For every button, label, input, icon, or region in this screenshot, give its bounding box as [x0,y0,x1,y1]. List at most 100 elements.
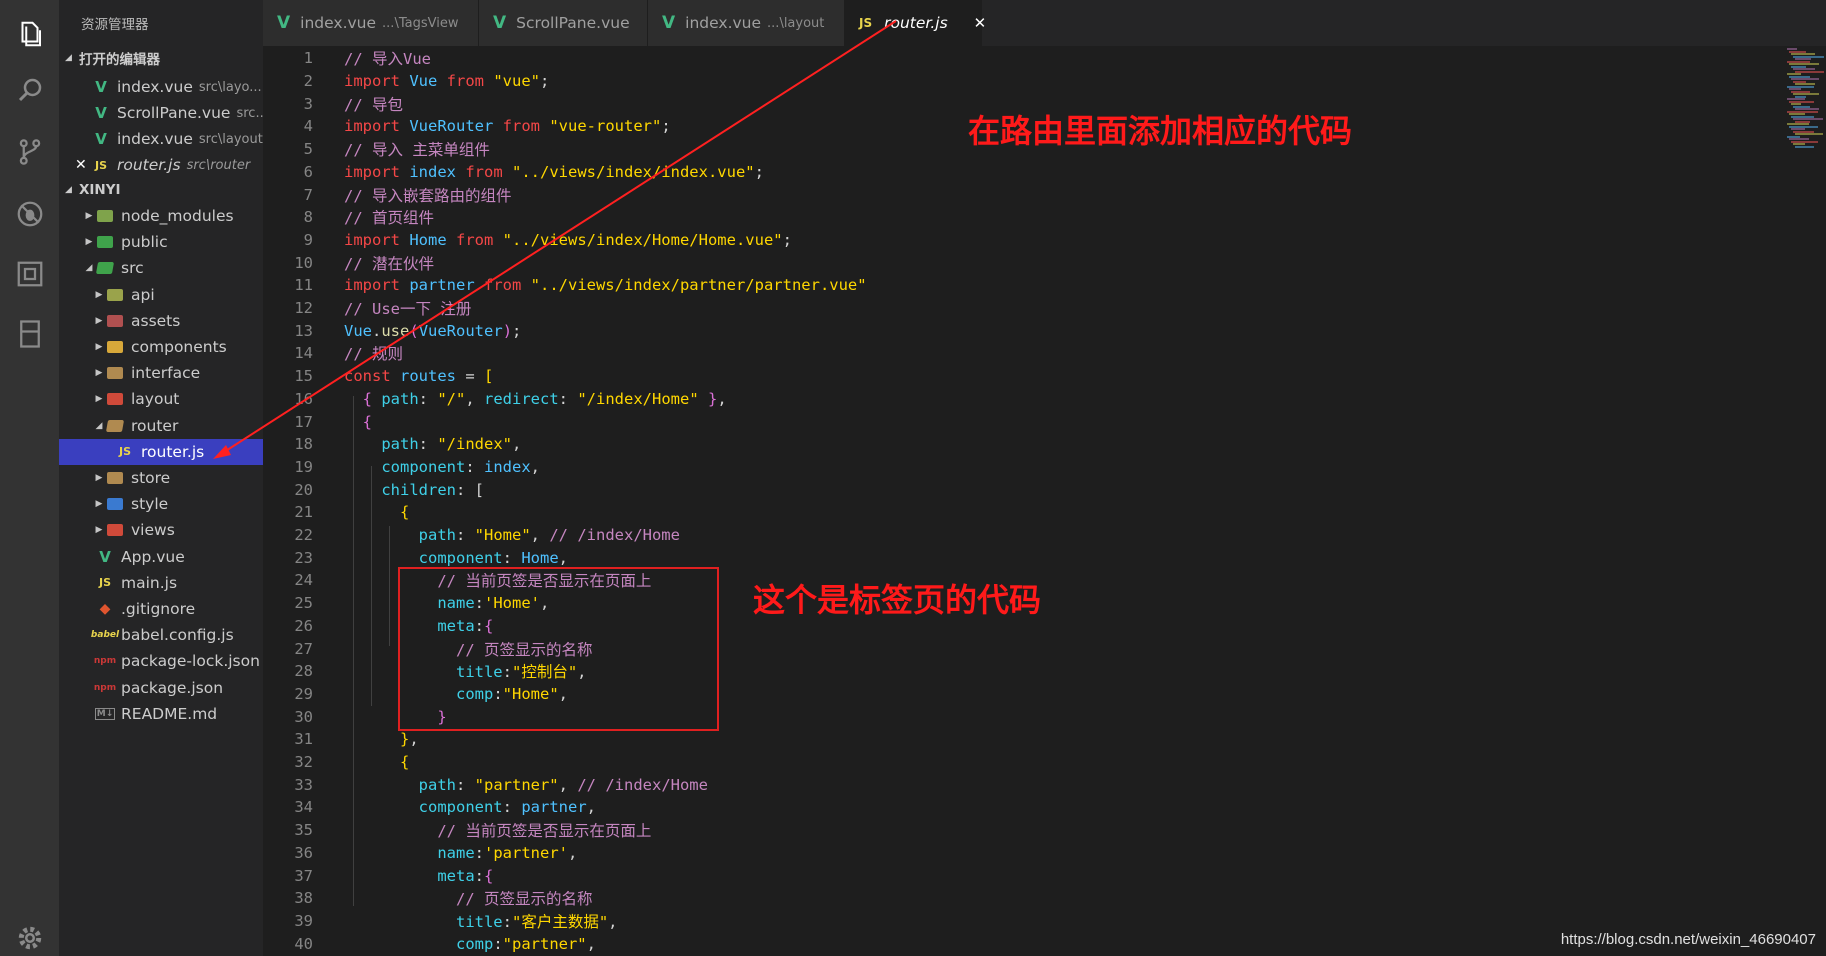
tree-item-interface[interactable]: ▶ interface [59,360,297,386]
tree-item-layout[interactable]: ▶ layout [59,386,297,412]
code-line[interactable]: 29 comp:"Home", [263,683,568,706]
line-number: 26 [294,616,313,635]
line-number: 25 [294,594,313,613]
code-text: component: index, [381,457,541,476]
extensions-icon[interactable] [12,256,48,292]
line-number: 5 [303,140,313,159]
code-line[interactable]: 7 // 导入嵌套路由的组件 [263,183,512,206]
code-line[interactable]: 35 // 当前页签是否显示在页面上 [263,819,651,842]
tree-item-store[interactable]: ▶ store [59,465,297,491]
explorer-icon[interactable] [12,16,48,52]
tree-item-label: README.md [121,704,218,723]
code-line[interactable]: 21 { [263,501,409,524]
code-line[interactable]: 15 const routes = [ [263,365,493,388]
code-text: import Vue from "vue"; [344,72,550,91]
code-line[interactable]: 10 // 潜在伙伴 [263,251,434,274]
remote-explorer-icon[interactable] [12,316,48,352]
tree-item-node-modules[interactable]: ▶ node_modules [59,203,287,229]
close-icon[interactable]: ✕ [974,14,987,32]
code-text: { [362,412,373,431]
code-line[interactable]: 16 { path: "/", redirect: "/index/Home" … [263,388,726,411]
code-line[interactable]: 6 import index from "../views/index/index… [263,161,764,184]
code-line[interactable]: 5 // 导入 主菜单组件 [263,138,490,161]
tree-item-style[interactable]: ▶ style [59,491,297,517]
tab-scrollpane-vue[interactable]: V ScrollPane.vue [479,0,648,46]
tree-item-readme-md[interactable]: M↓ README.md [59,701,287,727]
code-line[interactable]: 23 component: Home, [263,546,568,569]
tree-item-assets[interactable]: ▶ assets [59,308,297,334]
tree-item-main-js[interactable]: JS main.js [59,570,287,596]
code-editor[interactable]: 1 // 导入Vue 2 import Vue from "vue"; 3 // 导包 4 i… [263,46,1783,956]
code-text: // 规则 [344,345,403,364]
code-line[interactable]: 39 title:"客户主数据", [263,910,617,933]
code-line[interactable]: 33 path: "partner", // /index/Home [263,773,708,796]
debug-icon[interactable] [12,196,48,232]
code-line[interactable]: 40 comp:"partner", [263,932,596,955]
code-line[interactable]: 25 name:'Home', [263,592,549,615]
close-icon[interactable]: ✕ [75,157,89,173]
tree-item-api[interactable]: ▶ api [59,282,297,308]
tree-item-app-vue[interactable]: V App.vue [59,544,287,570]
code-line[interactable]: 22 path: "Home", // /index/Home [263,524,680,547]
tree-item-router[interactable]: ◢ router [59,413,297,439]
code-line[interactable]: 8 // 首页组件 [263,206,434,229]
code-line[interactable]: 38 // 页签显示的名称 [263,887,592,910]
open-editor-item[interactable]: Vindex.vue src\layo... [59,74,295,100]
code-line[interactable]: 31 }, [263,728,418,751]
tree-item-components[interactable]: ▶ components [59,334,297,360]
chevron-right-icon: ▶ [95,499,103,510]
tab-index-vue[interactable]: Vindex.vue ...\layout [648,0,845,46]
code-line[interactable]: 18 path: "/index", [263,433,521,456]
tree-item-public[interactable]: ▶ public [59,229,287,255]
code-line[interactable]: 11 import partner from "../views/index/pa… [263,274,866,297]
code-line[interactable]: 12 // Use一下 注册 [263,297,471,320]
tab-index-vue[interactable]: Vindex.vue ...\TagsView [263,0,479,46]
vue-file-icon: V [277,13,291,33]
project-header[interactable]: ◢ XINYI [65,178,121,202]
code-line[interactable]: 13 Vue.use(VueRouter); [263,319,521,342]
code-line[interactable]: 30 } [263,705,446,728]
line-number: 39 [294,911,313,930]
code-line[interactable]: 26 meta:{ [263,615,493,638]
code-line[interactable]: 36 name:'partner', [263,842,577,865]
code-line[interactable]: 32 { [263,751,409,774]
tab-path: ...\TagsView [382,15,459,31]
code-line[interactable]: 3 // 导包 [263,92,403,115]
code-line[interactable]: 2 import Vue from "vue"; [263,70,550,93]
search-icon[interactable] [12,72,48,108]
tree-item-src[interactable]: ◢ src [59,255,287,281]
code-line[interactable]: 37 meta:{ [263,864,493,887]
line-number: 10 [294,253,313,272]
code-line[interactable]: 27 // 页签显示的名称 [263,637,592,660]
open-editors-header[interactable]: ◢ 打开的编辑器 [65,46,160,70]
code-line[interactable]: 24 // 当前页签是否显示在页面上 [263,569,651,592]
code-line[interactable]: 20 children: [ [263,478,484,501]
open-editor-item[interactable]: ✕ JS router.js src\router [59,152,263,178]
settings-gear-icon[interactable] [12,920,48,956]
code-line[interactable]: 19 component: index, [263,456,540,479]
tree-item-label: node_modules [121,207,234,225]
minimap[interactable] [1783,46,1826,956]
tab-router-js[interactable]: JS router.js ✕ [845,0,986,46]
line-number: 36 [294,843,313,862]
line-number: 32 [294,753,313,772]
tree-item-package-json[interactable]: npm package.json [59,675,287,701]
code-line[interactable]: 28 title:"控制台", [263,660,586,683]
tree-item--gitignore[interactable]: ◆ .gitignore [59,596,287,622]
code-line[interactable]: 4 import VueRouter from "vue-router"; [263,115,671,138]
tree-item-babel-config-js[interactable]: babel babel.config.js [59,622,287,648]
code-text: component: Home, [418,548,568,567]
code-line[interactable]: 14 // 规则 [263,342,403,365]
code-line[interactable]: 34 component: partner, [263,796,596,819]
open-editor-item[interactable]: V ScrollPane.vue src... [59,100,295,126]
code-text: // 潜在伙伴 [344,254,434,273]
code-line[interactable]: 17 { [263,410,372,433]
code-text: // 导入 主菜单组件 [344,141,490,160]
open-editor-item[interactable]: Vindex.vue src\layout [59,126,295,152]
source-control-icon[interactable] [12,134,48,170]
tree-item-package-lock-json[interactable]: npm package-lock.json [59,648,287,674]
code-text: }, [400,730,419,749]
code-line[interactable]: 9 import Home from "../views/index/Home/H… [263,229,792,252]
tree-item-views[interactable]: ▶ views [59,517,297,543]
code-line[interactable]: 1 // 导入Vue [263,47,431,70]
